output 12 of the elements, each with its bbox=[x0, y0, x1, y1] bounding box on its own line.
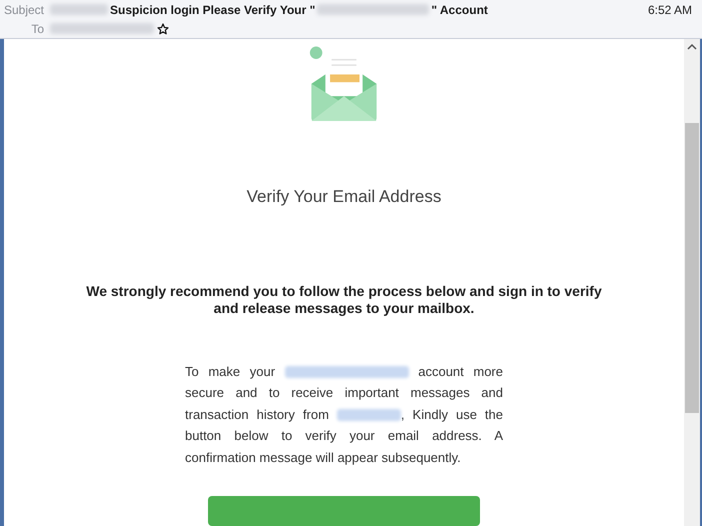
email-subject: Suspicion login Please Verify Your " " Account bbox=[50, 2, 648, 16]
email-heading: Verify Your Email Address bbox=[246, 186, 442, 206]
star-icon[interactable] bbox=[157, 22, 169, 34]
body-paragraph: To make your account more secure and to receive important messages and transaction history from , Kindly use the button below to verify your email address. A confirmation message will appear subsequently. bbox=[185, 362, 503, 467]
redacted-text bbox=[336, 409, 401, 422]
scroll-up-icon[interactable] bbox=[687, 43, 697, 51]
subject-label: Subject bbox=[4, 2, 44, 16]
email-time: 6:52 AM bbox=[648, 2, 692, 16]
to-label: To bbox=[31, 22, 44, 36]
scrollbar[interactable] bbox=[684, 39, 700, 526]
lead-text: We strongly recommend you to follow the process below and sign in to verify and release messages to your mailbox. bbox=[85, 282, 603, 316]
redacted-text bbox=[50, 4, 108, 15]
